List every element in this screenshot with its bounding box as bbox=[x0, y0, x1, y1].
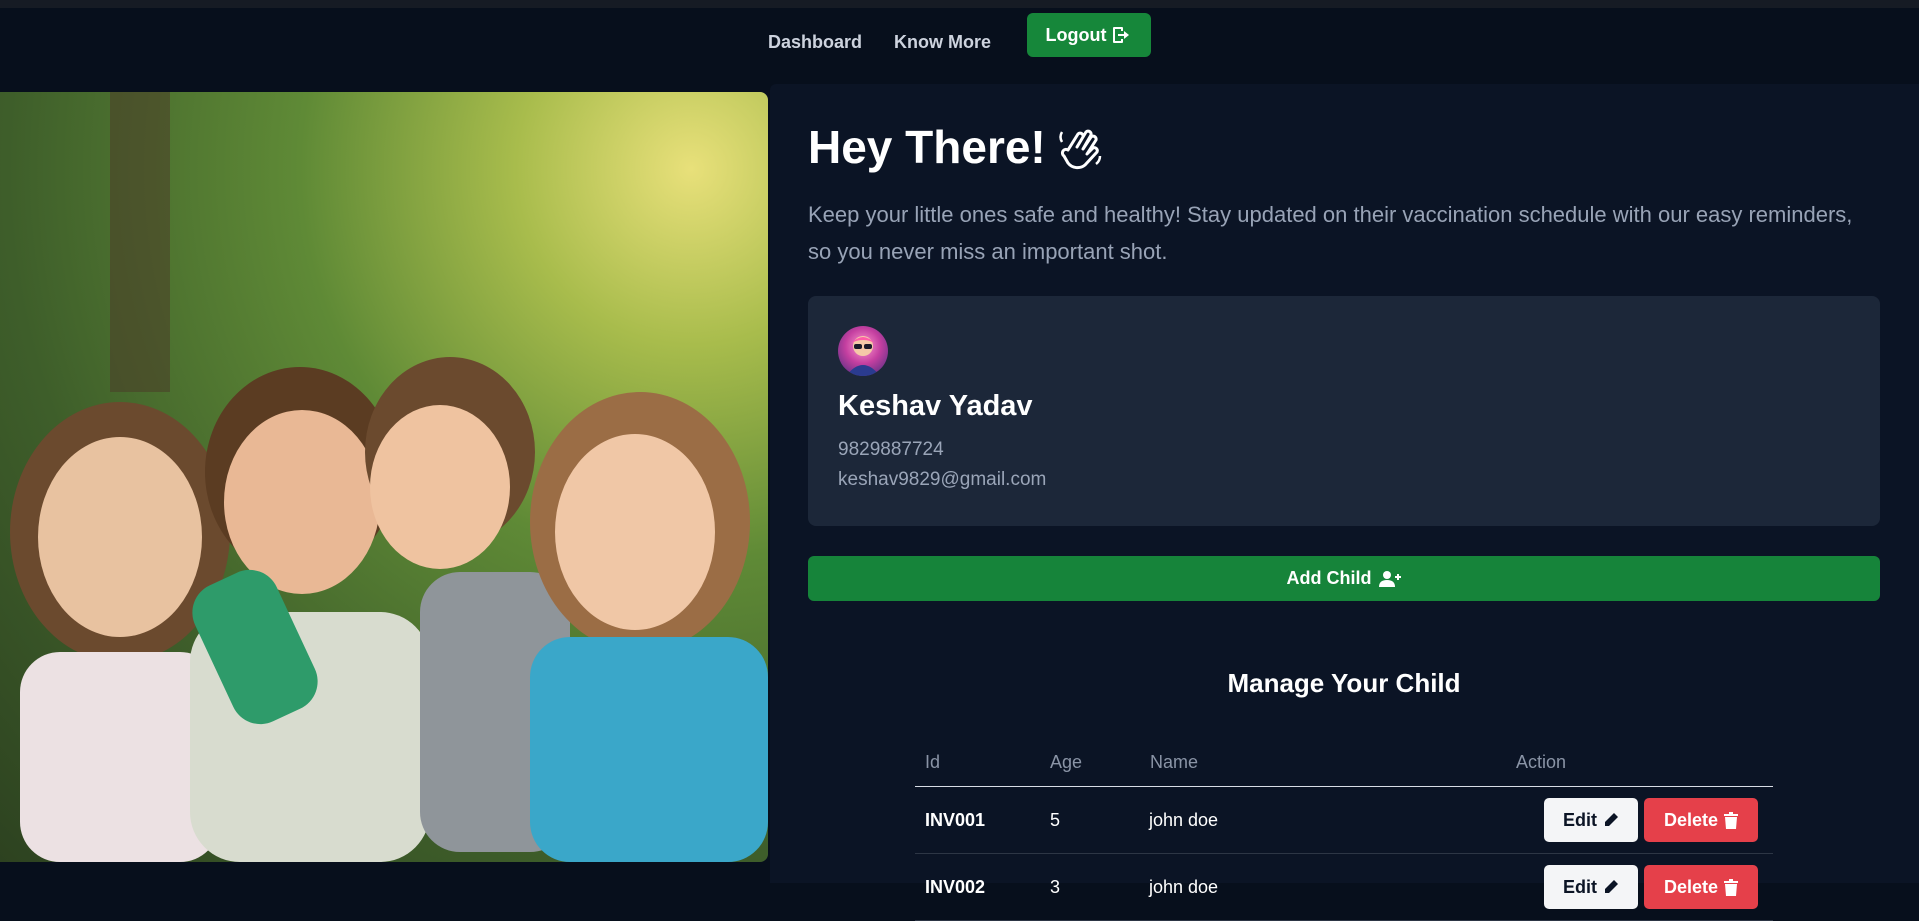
delete-button[interactable]: Delete bbox=[1644, 865, 1758, 909]
edit-label: Edit bbox=[1563, 876, 1597, 897]
nav-dashboard-link[interactable]: Dashboard bbox=[768, 32, 862, 53]
greeting-heading: Hey There! bbox=[808, 120, 1102, 174]
edit-button[interactable]: Edit bbox=[1544, 865, 1638, 909]
browser-top-strip bbox=[0, 0, 1919, 8]
profile-phone: 9829887724 bbox=[838, 439, 944, 460]
profile-email: keshav9829@gmail.com bbox=[838, 469, 1047, 490]
row-age: 5 bbox=[1050, 810, 1061, 830]
edit-label: Edit bbox=[1563, 809, 1597, 830]
delete-label: Delete bbox=[1663, 809, 1719, 830]
top-navbar: Dashboard Know More Logout bbox=[0, 8, 1919, 84]
children-table: Id Age Name Action INV001 5 john doe Edi… bbox=[915, 740, 1773, 921]
table-header: Id Age Name Action bbox=[915, 740, 1773, 787]
delete-button[interactable]: Delete bbox=[1644, 798, 1758, 842]
column-header-name: Name bbox=[1150, 752, 1199, 772]
pencil-icon bbox=[1603, 812, 1619, 828]
user-plus-icon bbox=[1379, 570, 1402, 588]
row-id: INV001 bbox=[925, 810, 986, 830]
column-header-action: Action bbox=[1516, 752, 1567, 772]
logout-label: Logout bbox=[1045, 24, 1107, 45]
trash-icon bbox=[1724, 811, 1739, 829]
row-id: INV002 bbox=[925, 877, 986, 897]
trash-icon bbox=[1724, 878, 1739, 896]
nav-know-more-link[interactable]: Know More bbox=[894, 32, 991, 53]
pencil-icon bbox=[1603, 879, 1619, 895]
column-header-id: Id bbox=[925, 752, 941, 772]
table-row: INV001 5 john doe Edit Delete bbox=[915, 787, 1773, 854]
add-child-label: Add Child bbox=[1286, 568, 1372, 588]
edit-button[interactable]: Edit bbox=[1544, 798, 1638, 842]
profile-card: Keshav Yadav 9829887724 keshav9829@gmail… bbox=[808, 296, 1880, 526]
add-child-button[interactable]: Add Child bbox=[808, 556, 1880, 601]
logout-button[interactable]: Logout bbox=[1027, 13, 1151, 57]
profile-name: Keshav Yadav bbox=[838, 390, 1033, 422]
waving-hand-icon bbox=[1058, 124, 1102, 170]
welcome-subtitle: Keep your little ones safe and healthy! … bbox=[808, 202, 1853, 264]
children-hero-image bbox=[0, 92, 768, 862]
greeting-text: Hey There! bbox=[808, 121, 1046, 173]
manage-child-title: Manage Your Child bbox=[1227, 668, 1461, 698]
table-row: INV002 3 john doe Edit Delete bbox=[915, 854, 1773, 921]
row-name: john doe bbox=[1149, 877, 1219, 897]
logout-icon bbox=[1112, 26, 1132, 44]
row-name: john doe bbox=[1149, 810, 1219, 830]
row-age: 3 bbox=[1050, 877, 1061, 897]
column-header-age: Age bbox=[1050, 752, 1083, 772]
delete-label: Delete bbox=[1663, 876, 1719, 897]
avatar bbox=[838, 326, 888, 376]
